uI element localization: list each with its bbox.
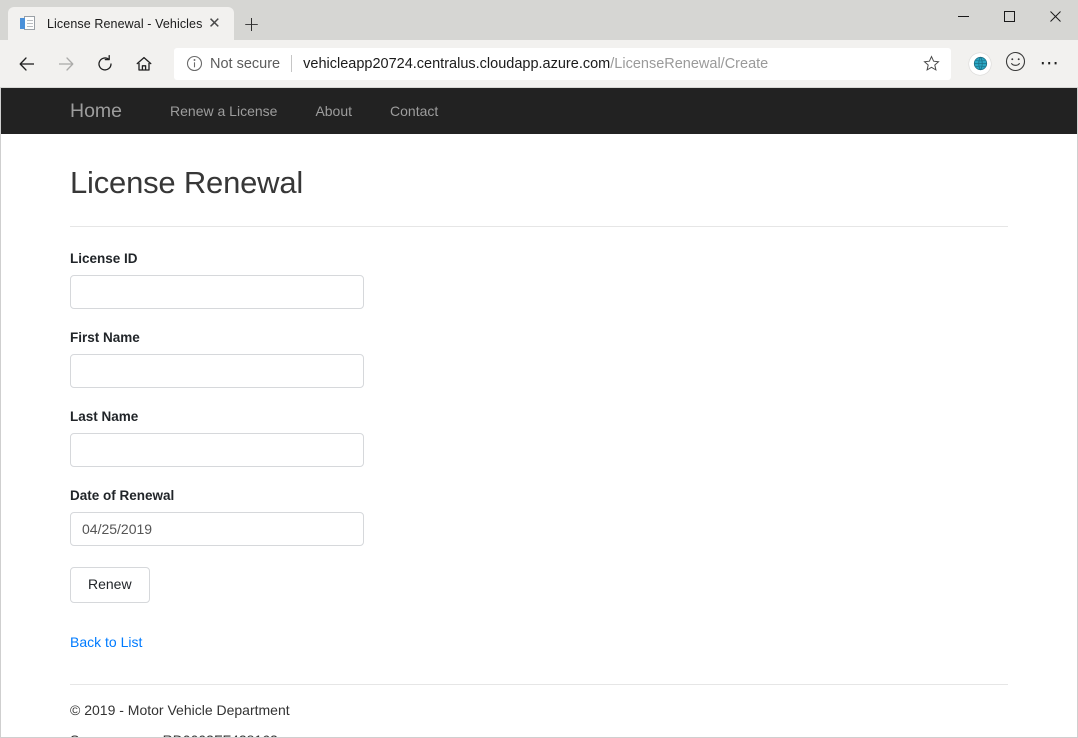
site-navbar: Home Renew a License About Contact: [1, 88, 1077, 134]
security-status-label: Not secure: [210, 56, 280, 72]
refresh-icon[interactable]: [88, 47, 122, 81]
label-license-id: License ID: [70, 251, 1008, 266]
address-bar[interactable]: Not secure vehicleapp20724.centralus.clo…: [174, 48, 951, 80]
window-controls: [940, 0, 1078, 40]
maximize-icon[interactable]: [986, 0, 1032, 32]
tab-title: License Renewal - Vehicles: [47, 17, 202, 31]
page-title: License Renewal: [70, 165, 1008, 201]
back-link-wrapper: Back to List: [70, 603, 1008, 652]
label-last-name: Last Name: [70, 409, 1008, 424]
title-bar: License Renewal - Vehicles ✕ +: [0, 0, 1078, 40]
url-host: vehicleapp20724.centralus.cloudapp.azure…: [303, 56, 610, 72]
ellipsis-icon: ⋯: [1040, 54, 1061, 73]
globe-icon: [969, 53, 991, 75]
form-group-first-name: First Name: [70, 330, 1008, 388]
nav-link-renew-a-license[interactable]: Renew a License: [170, 103, 277, 119]
form-group-date-of-renewal: Date of Renewal: [70, 488, 1008, 546]
smiley-icon: [1005, 51, 1026, 77]
back-arrow-icon[interactable]: [10, 47, 44, 81]
nav-link-about[interactable]: About: [315, 103, 352, 119]
browser-menu-button[interactable]: ⋯: [1034, 48, 1066, 80]
minimize-icon[interactable]: [940, 0, 986, 32]
browser-window: License Renewal - Vehicles ✕ +: [0, 0, 1078, 738]
last-name-input[interactable]: [70, 433, 364, 467]
page-viewport: Home Renew a License About Contact Licen…: [0, 88, 1078, 738]
extension-button[interactable]: [964, 48, 996, 80]
form-group-last-name: Last Name: [70, 409, 1008, 467]
nav-link-contact[interactable]: Contact: [390, 103, 438, 119]
license-id-input[interactable]: [70, 275, 364, 309]
license-renewal-form: License ID First Name Last Name Date of …: [70, 227, 1008, 652]
nav-brand-home[interactable]: Home: [70, 100, 122, 123]
url-path: /LicenseRenewal/Create: [610, 56, 768, 72]
footer-server-name: Server name - RD0003FF428162: [70, 732, 1008, 738]
info-circle-icon: [186, 55, 203, 72]
browser-toolbar: Not secure vehicleapp20724.centralus.clo…: [0, 40, 1078, 88]
star-icon[interactable]: [917, 50, 945, 78]
back-to-list-link[interactable]: Back to List: [70, 634, 142, 650]
tab-strip: License Renewal - Vehicles ✕ +: [0, 0, 268, 40]
browser-tab[interactable]: License Renewal - Vehicles ✕: [8, 7, 234, 40]
feedback-button[interactable]: [999, 48, 1031, 80]
form-group-license-id: License ID: [70, 251, 1008, 309]
label-first-name: First Name: [70, 330, 1008, 345]
home-icon[interactable]: [127, 47, 161, 81]
nav-links: Renew a License About Contact: [170, 103, 438, 119]
label-date-of-renewal: Date of Renewal: [70, 488, 1008, 503]
date-of-renewal-input[interactable]: [70, 512, 364, 546]
new-tab-button[interactable]: +: [234, 7, 268, 40]
page-container: License Renewal License ID First Name La…: [1, 165, 1077, 738]
url-divider: [291, 55, 292, 72]
url-text[interactable]: vehicleapp20724.centralus.cloudapp.azure…: [303, 56, 913, 72]
tab-close-icon[interactable]: ✕: [202, 12, 226, 36]
first-name-input[interactable]: [70, 354, 364, 388]
footer-copyright: © 2019 - Motor Vehicle Department: [70, 702, 1008, 718]
page-footer: © 2019 - Motor Vehicle Department Server…: [70, 685, 1008, 738]
renew-button[interactable]: Renew: [70, 567, 150, 603]
document-icon: [20, 15, 37, 32]
close-icon[interactable]: [1032, 0, 1078, 32]
forward-arrow-icon: [49, 47, 83, 81]
